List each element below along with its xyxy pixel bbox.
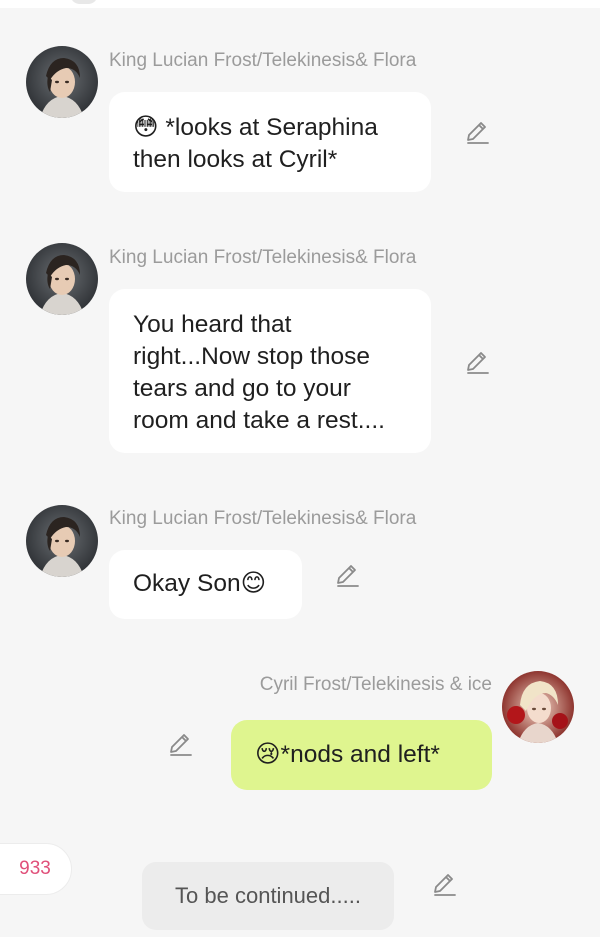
sender-name: King Lucian Frost/Telekinesis& Flora: [109, 508, 417, 529]
sender-name: King Lucian Frost/Telekinesis& Flora: [109, 247, 417, 268]
king-lucian-avatar[interactable]: [26, 243, 98, 315]
sender-name: King Lucian Frost/Telekinesis& Flora: [109, 50, 417, 71]
pencil-edit-icon[interactable]: [431, 872, 457, 898]
pencil-edit-icon[interactable]: [464, 350, 490, 376]
king-lucian-avatar[interactable]: [26, 505, 98, 577]
pencil-edit-icon[interactable]: [464, 120, 490, 146]
sender-name: Cyril Frost/Telekinesis & ice: [259, 674, 492, 695]
continuation-message[interactable]: To be continued.....: [142, 862, 394, 930]
top-bar: [0, 0, 600, 8]
message-bubble[interactable]: Okay Son😊: [109, 550, 302, 619]
user-message-bubble[interactable]: 😢*nods and left*: [231, 720, 492, 790]
pencil-edit-icon[interactable]: [167, 732, 193, 758]
cyril-avatar[interactable]: [502, 671, 574, 743]
pencil-edit-icon[interactable]: [334, 563, 360, 589]
message-counter-badge[interactable]: 933: [0, 843, 72, 895]
message-bubble[interactable]: You heard that right...Now stop those te…: [109, 289, 431, 453]
top-handle: [70, 0, 98, 4]
message-bubble[interactable]: 😳 *looks at Seraphina then looks at Cyri…: [109, 92, 431, 192]
king-lucian-avatar[interactable]: [26, 46, 98, 118]
